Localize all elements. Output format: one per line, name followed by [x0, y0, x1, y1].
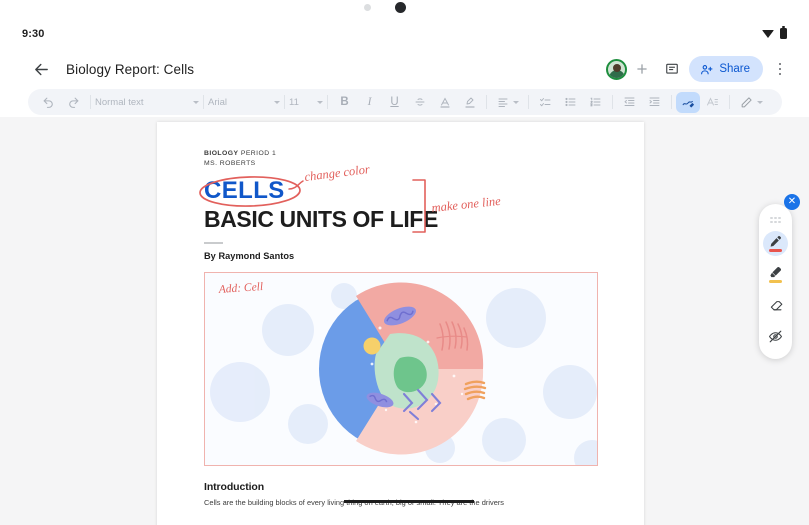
ink-scribble-icon[interactable]	[676, 91, 700, 113]
ink-tool-palette: ✕	[759, 194, 800, 359]
font-family-value: Arial	[208, 96, 228, 108]
highlighter-tool-icon[interactable]	[763, 262, 788, 287]
title-highlight-row: CELLS change color	[199, 165, 614, 208]
close-icon[interactable]: ✕	[784, 194, 800, 210]
numbered-list-icon[interactable]	[583, 91, 608, 113]
toolbar-divider	[327, 95, 328, 109]
align-left-icon[interactable]	[491, 91, 524, 113]
toolbar-divider	[729, 95, 730, 109]
status-bar: 9:30	[0, 20, 809, 47]
text-format-icon[interactable]	[700, 91, 725, 113]
eraser-tool-icon[interactable]	[763, 293, 788, 318]
eye-off-glyph	[768, 330, 783, 343]
cell-diagram-figure[interactable]: Add: Cell	[204, 272, 598, 467]
tablet-screen: 9:30 Biology Report: Cells Share Normal …	[0, 0, 809, 525]
bulleted-list-icon[interactable]	[558, 91, 583, 113]
paragraph-style-value: Normal text	[95, 96, 144, 108]
indent-increase-icon[interactable]	[642, 91, 667, 113]
eraser-glyph	[770, 300, 782, 311]
app-bar-actions: Share	[606, 54, 793, 84]
document-meta: BIOLOGY PERIOD 1 MS. ROBERTS	[204, 149, 614, 168]
title-divider	[204, 242, 223, 245]
add-icon[interactable]	[627, 54, 657, 84]
title-highlight[interactable]: CELLS	[204, 177, 285, 205]
grip-dot	[778, 220, 781, 224]
course-name: BIOLOGY	[204, 150, 239, 157]
page-title[interactable]: Biology Report: Cells	[66, 62, 194, 77]
chevron-down-icon	[274, 100, 280, 104]
grip-dot	[770, 220, 773, 224]
bold-button[interactable]: B	[332, 91, 357, 113]
camera-dot-secondary	[364, 4, 371, 11]
status-clock: 9:30	[22, 27, 45, 40]
share-button[interactable]: Share	[689, 56, 763, 82]
undo-icon[interactable]	[36, 91, 61, 113]
status-system-icons	[762, 26, 787, 39]
byline[interactable]: By Raymond Santos	[204, 251, 614, 261]
grip-dot	[774, 220, 777, 224]
pen-color-swatch	[769, 248, 782, 253]
kebab-dot	[778, 62, 782, 66]
toolbar-divider	[284, 95, 285, 109]
section-heading-introduction[interactable]: Introduction	[204, 481, 614, 493]
highlighter-color-swatch	[769, 279, 782, 284]
annotation-change-color: change color	[288, 165, 371, 191]
indent-decrease-icon[interactable]	[617, 91, 642, 113]
document-page[interactable]: BIOLOGY PERIOD 1 MS. ROBERTS CELLS chang…	[157, 122, 644, 525]
battery-icon	[780, 26, 787, 39]
more-vert-icon[interactable]	[767, 54, 793, 84]
animal-cell-cutaway-diagram	[204, 272, 598, 467]
highlight-color-icon[interactable]	[457, 91, 482, 113]
document-headline[interactable]: BASIC UNITS OF LIFE	[204, 207, 614, 232]
toolbar-divider	[528, 95, 529, 109]
toolbar-divider	[90, 95, 91, 109]
app-bar: Biology Report: Cells Share	[0, 50, 809, 88]
highlighter-glyph	[770, 266, 782, 278]
chevron-down-icon	[317, 100, 323, 104]
arrow-back-icon[interactable]	[30, 58, 52, 80]
avatar-head	[612, 63, 621, 72]
text-color-icon[interactable]	[432, 91, 457, 113]
teacher-name: MS. ROBERTS	[204, 159, 256, 167]
toolbar-divider	[612, 95, 613, 109]
pen-icon[interactable]	[734, 91, 769, 113]
strikethrough-icon[interactable]	[407, 91, 432, 113]
checklist-icon[interactable]	[533, 91, 558, 113]
chevron-down-icon	[512, 100, 519, 104]
document-canvas[interactable]: BIOLOGY PERIOD 1 MS. ROBERTS CELLS chang…	[0, 117, 809, 525]
italic-label: I	[367, 96, 372, 108]
text-selection-bar	[344, 500, 474, 503]
grip-dot	[774, 217, 777, 220]
grip-dot	[770, 217, 773, 220]
avatar[interactable]	[606, 58, 628, 80]
pen-glyph	[770, 235, 782, 247]
italic-button[interactable]: I	[357, 91, 382, 113]
kebab-dot	[778, 72, 782, 76]
toolbar-divider	[203, 95, 204, 109]
format-toolbar: Normal text Arial 11 B I U	[28, 89, 782, 115]
chevron-down-icon	[193, 100, 199, 104]
comment-icon[interactable]	[657, 54, 687, 84]
toolbar-divider	[671, 95, 672, 109]
bold-label: B	[340, 96, 349, 108]
font-size-dropdown[interactable]: 11	[289, 97, 323, 108]
underline-label: U	[390, 96, 399, 108]
hide-annotations-icon[interactable]	[763, 324, 788, 349]
font-family-dropdown[interactable]: Arial	[208, 97, 280, 108]
wifi-icon	[762, 29, 774, 38]
share-button-label: Share	[719, 63, 750, 75]
underline-button[interactable]: U	[382, 91, 407, 113]
pen-tool-icon[interactable]	[763, 231, 788, 257]
drag-handle[interactable]	[770, 217, 781, 224]
chevron-down-icon	[757, 100, 763, 104]
font-size-value: 11	[289, 96, 299, 108]
redo-icon[interactable]	[61, 91, 86, 113]
toolbar-divider	[486, 95, 487, 109]
device-camera-area	[0, 0, 809, 20]
grip-dot	[778, 217, 781, 220]
course-period: PERIOD 1	[240, 150, 277, 157]
kebab-dot	[778, 67, 782, 71]
paragraph-style-dropdown[interactable]: Normal text	[95, 97, 199, 108]
camera-dot-primary	[395, 2, 406, 13]
